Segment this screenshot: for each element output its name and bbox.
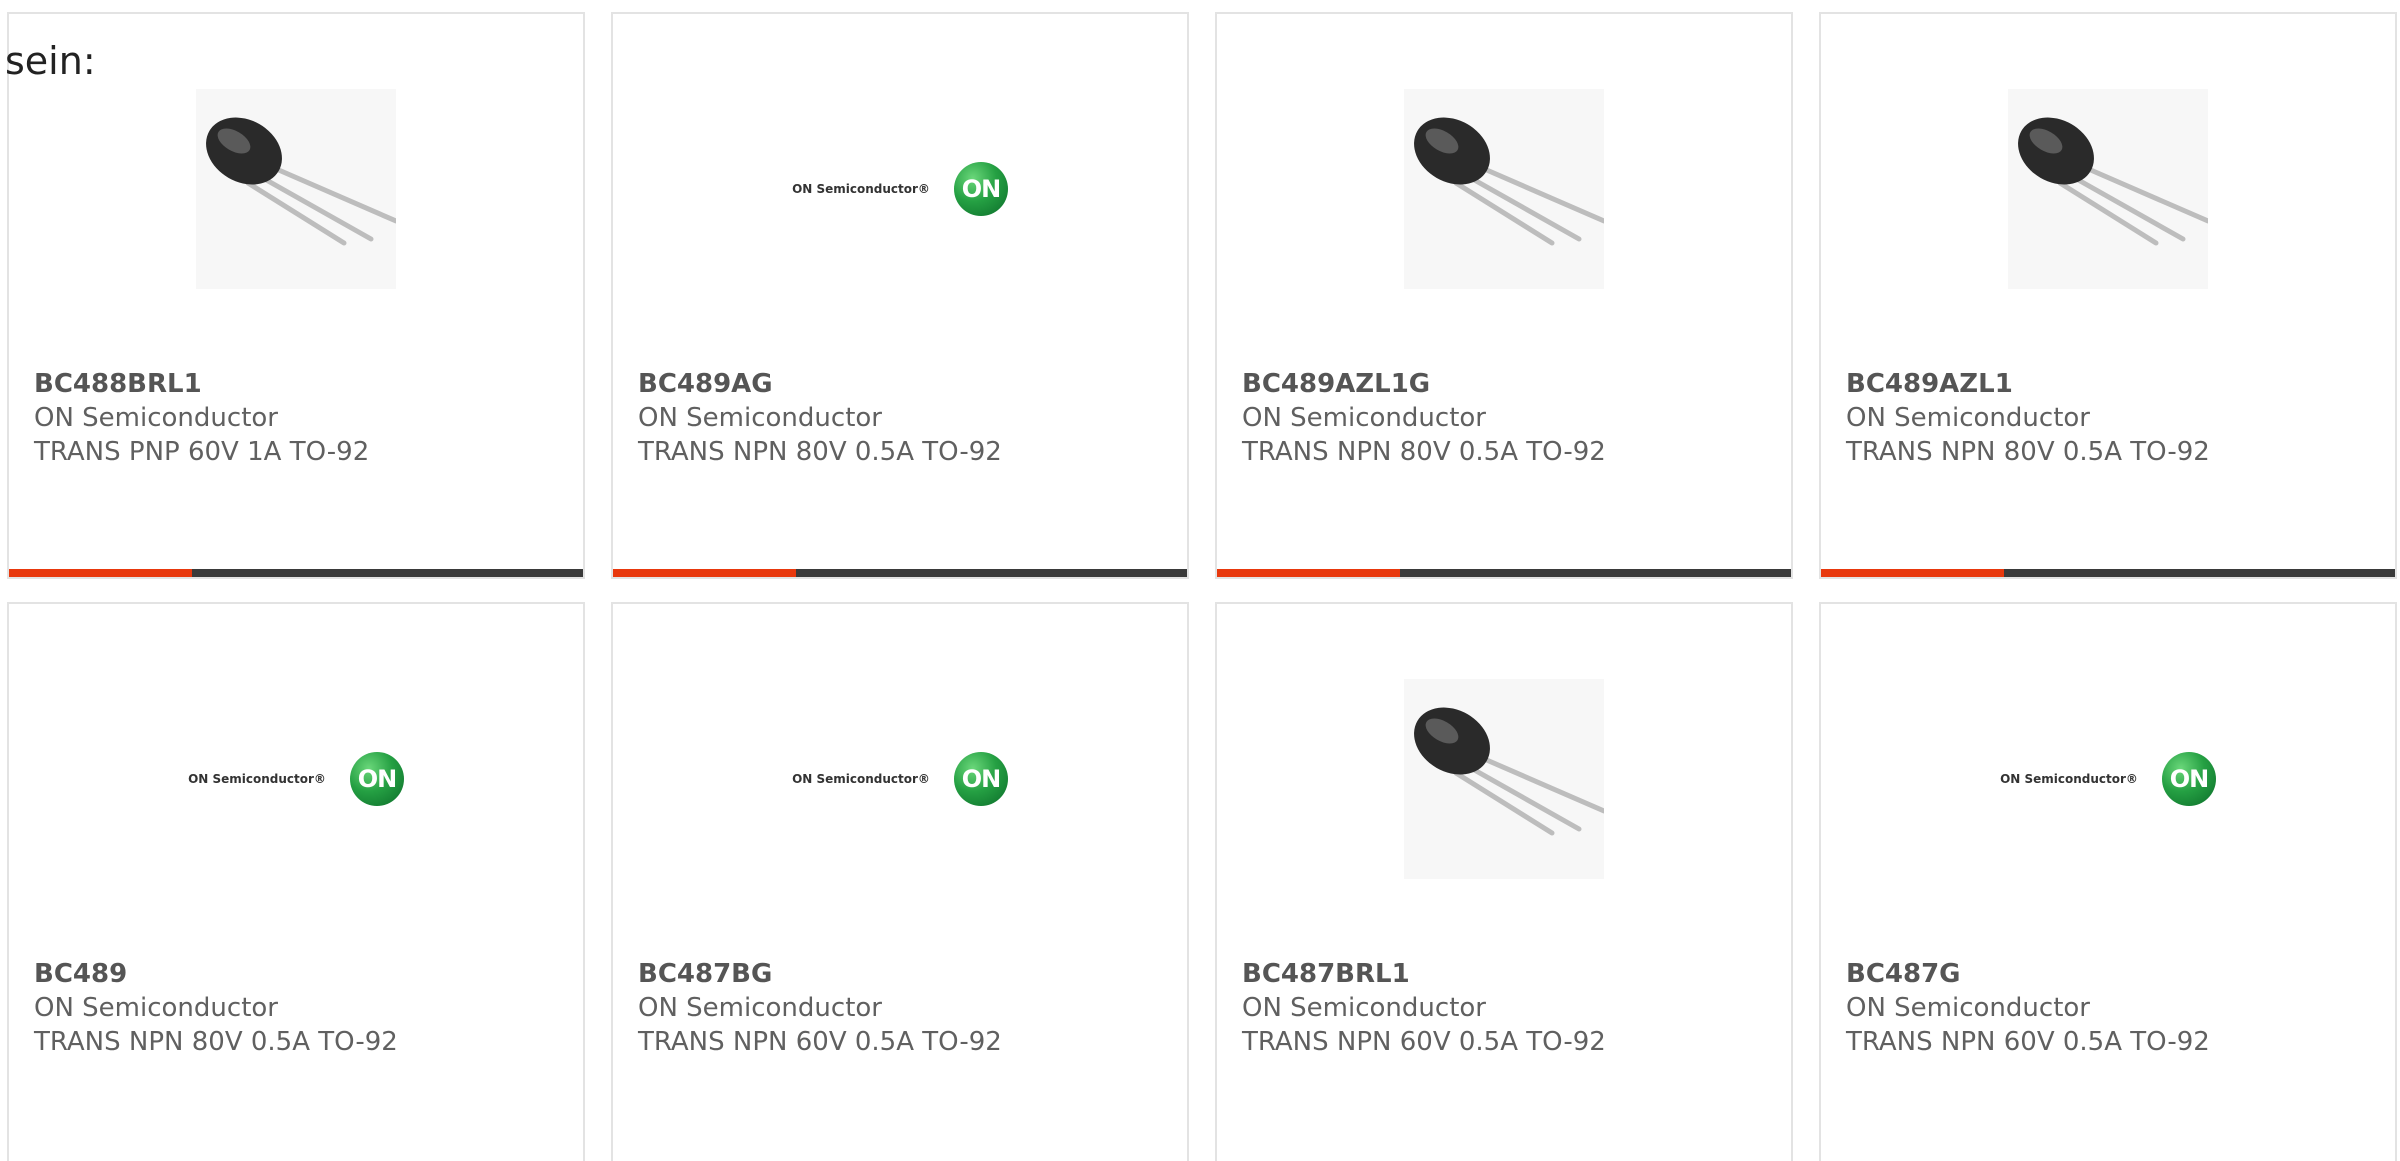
product-image: ON Semiconductor® ON [613,84,1187,294]
product-manufacturer: ON Semiconductor [638,403,882,433]
card-footer-bar [9,569,583,577]
product-part-number[interactable]: BC489 [34,959,127,989]
logo-wordmark: ON Semiconductor® [792,772,930,786]
product-part-number[interactable]: BC489AZL1G [1242,369,1430,399]
product-card[interactable]: ON Semiconductor® ON BC487G ON Semicondu… [1819,602,2397,1161]
on-semi-logo: ON Semiconductor® ON [188,752,404,806]
product-card[interactable]: ON Semiconductor® ON BC487BG ON Semicond… [611,602,1189,1161]
product-part-number[interactable]: BC488BRL1 [34,369,202,399]
product-image: ON Semiconductor® ON [9,674,583,884]
logo-wordmark: ON Semiconductor® [792,182,930,196]
product-card[interactable]: ON Semiconductor® ON BC489AG ON Semicond… [611,12,1189,579]
product-description: TRANS NPN 80V 0.5A TO-92 [1846,437,2210,467]
product-part-number[interactable]: BC489AG [638,369,773,399]
product-description: TRANS NPN 60V 0.5A TO-92 [1242,1027,1606,1057]
on-badge-icon: ON [953,752,1008,806]
transistor-photo-icon [2008,89,2208,289]
product-manufacturer: ON Semiconductor [638,993,882,1023]
card-footer-accent [1217,569,1400,577]
product-description: TRANS NPN 80V 0.5A TO-92 [638,437,1002,467]
product-grid-page: sein: BC488BRL1 ON Semiconductor TRANS P… [0,0,2400,1161]
on-badge-icon: ON [953,162,1008,216]
product-card[interactable]: BC487BRL1 ON Semiconductor TRANS NPN 60V… [1215,602,1793,1161]
card-footer-accent [9,569,192,577]
product-description: TRANS PNP 60V 1A TO-92 [34,437,370,467]
product-part-number[interactable]: BC489AZL1 [1846,369,2013,399]
product-image [9,84,583,294]
product-manufacturer: ON Semiconductor [1242,403,1486,433]
product-card[interactable]: BC489AZL1G ON Semiconductor TRANS NPN 80… [1215,12,1793,579]
product-image: ON Semiconductor® ON [1821,674,2395,884]
card-footer-bar [1821,569,2395,577]
product-manufacturer: ON Semiconductor [34,403,278,433]
card-footer-accent [613,569,796,577]
transistor-photo-icon [196,89,396,289]
on-semi-logo: ON Semiconductor® ON [2000,752,2216,806]
product-description: TRANS NPN 80V 0.5A TO-92 [1242,437,1606,467]
product-card[interactable]: BC488BRL1 ON Semiconductor TRANS PNP 60V… [7,12,585,579]
product-part-number[interactable]: BC487BRL1 [1242,959,1410,989]
on-semi-logo: ON Semiconductor® ON [792,162,1008,216]
intro-text: sein: [5,39,96,83]
product-card[interactable]: ON Semiconductor® ON BC489 ON Semiconduc… [7,602,585,1161]
transistor-photo-icon [1404,679,1604,879]
product-image [1217,84,1791,294]
product-manufacturer: ON Semiconductor [1846,403,2090,433]
logo-wordmark: ON Semiconductor® [188,772,326,786]
product-card[interactable]: BC489AZL1 ON Semiconductor TRANS NPN 80V… [1819,12,2397,579]
on-badge-icon: ON [2161,752,2216,806]
product-part-number[interactable]: BC487G [1846,959,1961,989]
product-part-number[interactable]: BC487BG [638,959,772,989]
on-semi-logo: ON Semiconductor® ON [792,752,1008,806]
product-image: ON Semiconductor® ON [613,674,1187,884]
product-manufacturer: ON Semiconductor [1242,993,1486,1023]
logo-wordmark: ON Semiconductor® [2000,772,2138,786]
card-footer-bar [1217,569,1791,577]
product-image [1217,674,1791,884]
product-description: TRANS NPN 80V 0.5A TO-92 [34,1027,398,1057]
product-image [1821,84,2395,294]
product-description: TRANS NPN 60V 0.5A TO-92 [638,1027,1002,1057]
card-footer-bar [613,569,1187,577]
product-description: TRANS NPN 60V 0.5A TO-92 [1846,1027,2210,1057]
transistor-photo-icon [1404,89,1604,289]
product-manufacturer: ON Semiconductor [34,993,278,1023]
product-manufacturer: ON Semiconductor [1846,993,2090,1023]
card-footer-accent [1821,569,2004,577]
on-badge-icon: ON [349,752,404,806]
